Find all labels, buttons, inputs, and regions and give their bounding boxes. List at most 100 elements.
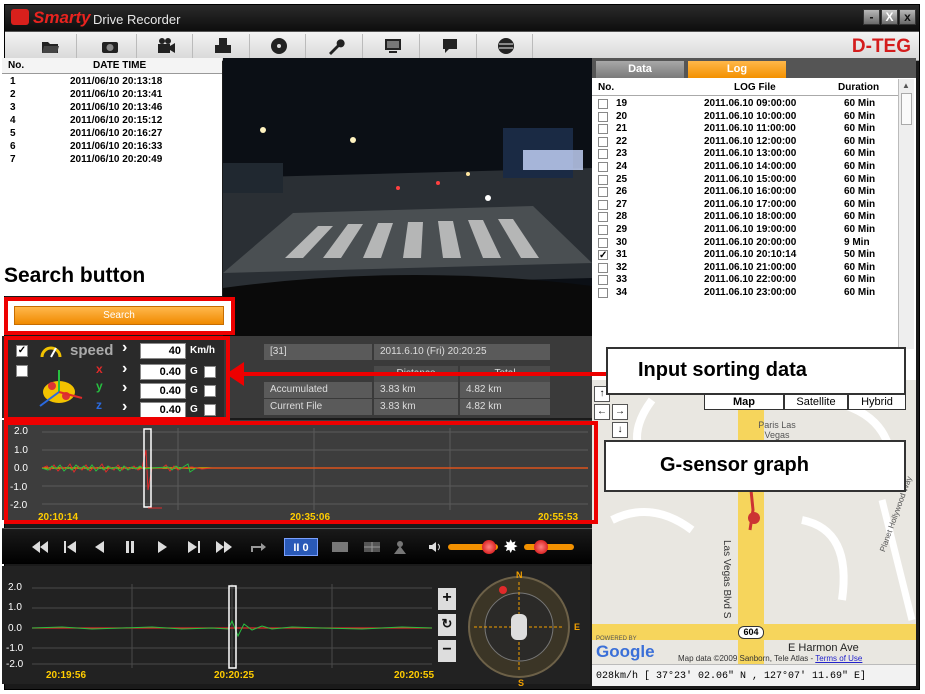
step-back-button[interactable]	[86, 535, 114, 559]
event-row[interactable]: 1 2011/06/10 20:13:18	[2, 76, 222, 89]
event-row[interactable]: 2 2011/06/10 20:13:41	[2, 89, 222, 102]
disc-button[interactable]	[252, 34, 306, 58]
reset-zoom-button[interactable]: ↻	[438, 614, 456, 636]
log-row[interactable]: 25 2011.06.10 15:00:00 60 Min	[592, 174, 898, 187]
google-logo: Google	[596, 642, 655, 661]
map-type-map-button[interactable]: Map	[704, 394, 784, 410]
close-button[interactable]: x	[899, 9, 916, 25]
log-row-checkbox[interactable]	[598, 124, 608, 135]
dteg-logo: D-TEG	[851, 36, 911, 57]
display-button[interactable]	[366, 34, 420, 58]
event-row[interactable]: 7 2011/06/10 20:20:49	[2, 154, 222, 167]
log-row[interactable]: 23 2011.06.10 13:00:00 60 Min	[592, 148, 898, 161]
scroll-up-icon[interactable]: ▲	[902, 81, 910, 90]
video-camera-icon	[157, 38, 175, 53]
log-row-checkbox[interactable]	[598, 225, 608, 235]
volume-icon	[428, 541, 442, 553]
maximize-button[interactable]: X	[881, 9, 898, 25]
search-button[interactable]: Search	[14, 306, 224, 325]
log-row[interactable]: 22 2011.06.10 12:00:00 60 Min	[592, 136, 898, 149]
detail-y-tick-0: 0.0	[8, 623, 22, 634]
log-row-checkbox[interactable]: ✓	[598, 250, 608, 261]
log-row[interactable]: 27 2011.06.10 17:00:00 60 Min	[592, 199, 898, 212]
log-row[interactable]: 34 2011.06.10 23:00:00 60 Min	[592, 287, 898, 300]
skip-start-button[interactable]	[56, 535, 84, 559]
brightness-slider[interactable]	[524, 544, 574, 550]
speed-counter[interactable]: II 0	[284, 538, 318, 556]
event-datetime: 2011/06/10 20:13:18	[70, 76, 163, 87]
log-row[interactable]: 29 2011.06.10 19:00:00 60 Min	[592, 224, 898, 237]
col-no: No.	[8, 60, 25, 71]
log-row[interactable]: 28 2011.06.10 18:00:00 60 Min	[592, 211, 898, 224]
fast-forward-button[interactable]	[210, 535, 238, 559]
disc-icon	[270, 38, 287, 54]
person-button[interactable]	[386, 535, 414, 559]
zoom-out-button[interactable]: −	[438, 640, 456, 662]
map-view[interactable]: ↑ ← → ↓ + Map Satellite Hybrid Paris Las…	[592, 380, 916, 664]
message-button[interactable]	[423, 34, 477, 58]
settings-button[interactable]	[309, 34, 363, 58]
map-type-satellite-button[interactable]: Satellite	[784, 394, 848, 410]
log-row-checkbox[interactable]	[598, 212, 608, 223]
repeat-button[interactable]	[244, 535, 272, 559]
log-row[interactable]: 33 2011.06.10 22:00:00 60 Min	[592, 274, 898, 287]
event-row[interactable]: 6 2011/06/10 20:16:33	[2, 141, 222, 154]
log-row-checkbox[interactable]	[598, 288, 608, 298]
map-attribution: Map data ©2009 Sanborn, Tele Atlas - Ter…	[678, 654, 862, 663]
log-scrollbar[interactable]: ▲	[898, 79, 914, 349]
fullscreen-button[interactable]	[326, 535, 354, 559]
log-row[interactable]: 20 2011.06.10 10:00:00 60 Min	[592, 111, 898, 124]
event-row[interactable]: 3 2011/06/10 20:13:46	[2, 102, 222, 115]
brightness-knob[interactable]	[534, 540, 548, 554]
detail-graph[interactable]: 2.0 1.0 0.0 -1.0 -2.0 20:19:56 20:20:25 …	[2, 566, 590, 688]
minimize-button[interactable]: -	[863, 9, 880, 25]
log-row[interactable]: 21 2011.06.10 11:00:00 60 Min	[592, 123, 898, 136]
event-row[interactable]: 5 2011/06/10 20:16:27	[2, 128, 222, 141]
skip-end-icon	[188, 541, 200, 553]
fast-rewind-button[interactable]	[26, 535, 54, 559]
attribution-text: Map data ©2009 Sanborn, Tele Atlas -	[678, 654, 814, 663]
log-row-checkbox[interactable]	[598, 99, 608, 109]
log-row-checkbox[interactable]	[598, 174, 608, 185]
log-row[interactable]: 19 2011.06.10 09:00:00 60 Min	[592, 98, 898, 111]
log-row-checkbox[interactable]	[598, 275, 608, 286]
log-row-checkbox[interactable]	[598, 262, 608, 273]
log-row-checkbox[interactable]	[598, 162, 608, 172]
log-row[interactable]: 26 2011.06.10 16:00:00 60 Min	[592, 186, 898, 199]
volume-knob[interactable]	[482, 540, 496, 554]
grid-view-button[interactable]	[358, 535, 386, 559]
log-row[interactable]: 24 2011.06.10 14:00:00 60 Min	[592, 161, 898, 174]
pan-left-button[interactable]: ←	[594, 404, 610, 420]
printer-icon	[214, 38, 231, 53]
log-row[interactable]: 32 2011.06.10 21:00:00 60 Min	[592, 262, 898, 275]
zoom-in-button[interactable]: +	[438, 588, 456, 610]
pan-right-button[interactable]: →	[612, 404, 628, 420]
print-button[interactable]	[196, 34, 250, 58]
log-row-checkbox[interactable]	[598, 187, 608, 198]
pause-button[interactable]	[116, 535, 144, 559]
log-row-checkbox[interactable]	[598, 111, 608, 122]
log-row[interactable]: 30 2011.06.10 20:00:00 9 Min	[592, 237, 898, 250]
open-folder-button[interactable]	[23, 34, 77, 58]
tab-log[interactable]: Log	[688, 61, 786, 78]
log-row[interactable]: ✓ 31 2011.06.10 20:10:14 50 Min	[592, 249, 898, 262]
scroll-thumb[interactable]	[901, 93, 912, 125]
log-row-checkbox[interactable]	[598, 199, 608, 210]
video-export-button[interactable]	[139, 34, 193, 58]
snapshot-button[interactable]	[83, 34, 137, 58]
web-button[interactable]	[479, 34, 533, 58]
log-row-checkbox[interactable]	[598, 136, 608, 147]
video-frame[interactable]	[223, 58, 592, 336]
pan-down-button[interactable]: ↓	[612, 422, 628, 438]
compass-n: N	[516, 570, 523, 580]
log-row-checkbox[interactable]	[598, 237, 608, 248]
log-row-checkbox[interactable]	[598, 149, 608, 160]
terms-link[interactable]: Terms of Use	[815, 654, 862, 663]
road-scene-image	[223, 58, 592, 336]
event-row[interactable]: 4 2011/06/10 20:15:12	[2, 115, 222, 128]
route-shield: 604	[738, 626, 764, 639]
skip-end-button[interactable]	[180, 535, 208, 559]
map-type-hybrid-button[interactable]: Hybrid	[848, 394, 906, 410]
tab-data[interactable]: Data	[596, 61, 684, 78]
play-button[interactable]	[148, 535, 176, 559]
